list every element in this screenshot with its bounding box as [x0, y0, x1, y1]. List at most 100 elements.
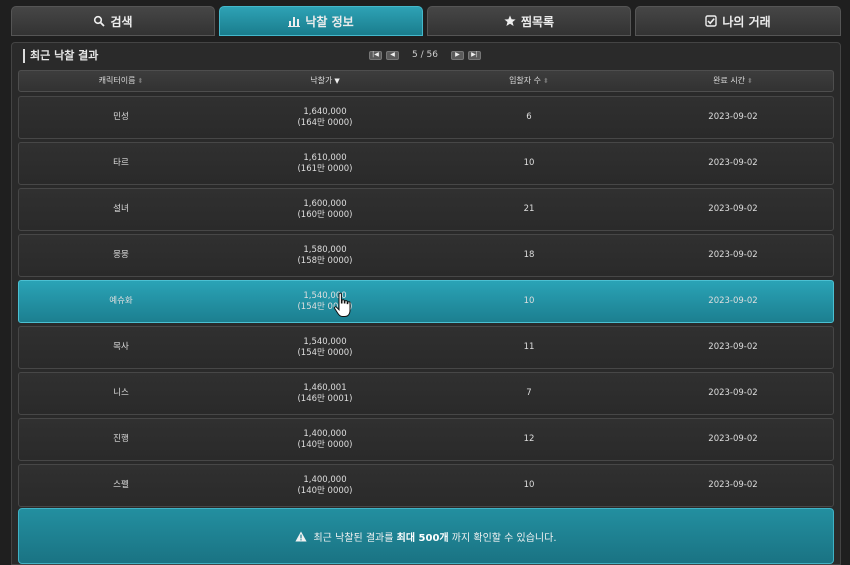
bidder-count-text: 6 — [526, 112, 532, 122]
column-header-price[interactable]: 낙찰가 ▼ — [223, 71, 427, 91]
notice-banner: 최근 낙찰된 결과를 최대 500개 까지 확인할 수 있습니다. — [18, 508, 834, 564]
tab-my-trades-label: 나의 거래 — [722, 14, 771, 29]
page-indicator: 5 / 56 — [412, 50, 438, 60]
price-korean-text: (158만 0000) — [297, 255, 353, 266]
completion-time-text: 2023-09-02 — [708, 296, 758, 306]
completion-time-text: 2023-09-02 — [708, 204, 758, 214]
character-name-text: 스펠 — [113, 480, 129, 490]
winning-price: 1,580,000 (158만 0000) — [223, 235, 427, 276]
winning-price: 1,400,000 (140만 0000) — [223, 419, 427, 460]
bidder-count-text: 12 — [523, 434, 535, 444]
price-text: 1,400,000 — [303, 428, 347, 439]
completion-time: 2023-09-02 — [631, 419, 835, 460]
table-row[interactable]: 진행 1,400,000 (140만 0000) 12 2023-09-02 — [18, 418, 834, 461]
winning-price: 1,460,001 (146만 0001) — [223, 373, 427, 414]
panel-title: 최근 낙찰 결과 — [23, 49, 98, 63]
sort-icon: ⬍ — [137, 77, 144, 85]
tab-my-trades[interactable]: 나의 거래 — [635, 6, 841, 36]
tab-auction-info[interactable]: 낙찰 정보 — [219, 6, 423, 36]
completion-time: 2023-09-02 — [631, 235, 835, 276]
completion-time-text: 2023-09-02 — [708, 342, 758, 352]
completion-time-text: 2023-09-02 — [708, 250, 758, 260]
column-header-price-label: 낙찰가 — [310, 76, 333, 85]
search-icon — [93, 15, 106, 27]
table-row[interactable]: 민성 1,640,000 (164만 0000) 6 2023-09-02 — [18, 96, 834, 139]
completion-time-text: 2023-09-02 — [708, 388, 758, 398]
bidder-count-text: 10 — [523, 480, 535, 490]
sort-icon: ⬍ — [747, 77, 753, 85]
character-name: 뭉뭉 — [19, 235, 223, 276]
character-name: 진행 — [19, 419, 223, 460]
table-row[interactable]: 타르 1,610,000 (161만 0000) 10 2023-09-02 — [18, 142, 834, 185]
star-icon — [504, 15, 516, 27]
tab-auction-info-label: 낙찰 정보 — [305, 14, 354, 29]
character-name: 스펠 — [19, 465, 223, 506]
price-korean-text: (154만 0000) — [297, 347, 353, 358]
character-name: 니스 — [19, 373, 223, 414]
character-name: 민성 — [19, 97, 223, 138]
column-header-bidders-label: 입찰자 수 — [509, 76, 542, 85]
bidder-count: 10 — [427, 143, 631, 184]
price-korean-text: (161만 0000) — [297, 163, 353, 174]
price-text: 1,540,000 — [303, 336, 347, 347]
bidder-count: 7 — [427, 373, 631, 414]
completion-time-text: 2023-09-02 — [708, 434, 758, 444]
table-row[interactable]: 니스 1,460,001 (146만 0001) 7 2023-09-02 — [18, 372, 834, 415]
price-korean-text: (140만 0000) — [297, 439, 353, 450]
bidder-count-text: 18 — [523, 250, 535, 260]
bidder-count: 10 — [427, 465, 631, 506]
character-name-text: 타르 — [113, 158, 129, 168]
completion-time: 2023-09-02 — [631, 143, 835, 184]
completion-time: 2023-09-02 — [631, 327, 835, 368]
bidder-count: 12 — [427, 419, 631, 460]
winning-price: 1,610,000 (161만 0000) — [223, 143, 427, 184]
price-text: 1,580,000 — [303, 244, 347, 255]
completion-time-text: 2023-09-02 — [708, 480, 758, 490]
sort-desc-icon: ▼ — [334, 77, 340, 85]
completion-time: 2023-09-02 — [631, 465, 835, 506]
character-name: 설녀 — [19, 189, 223, 230]
column-header-time[interactable]: 완료 시간 ⬍ — [631, 71, 835, 91]
table-row[interactable]: 스펠 1,400,000 (140만 0000) 10 2023-09-02 — [18, 464, 834, 507]
hand-cursor-icon — [333, 292, 351, 317]
winning-price: 1,400,000 (140만 0000) — [223, 465, 427, 506]
bidder-count-text: 10 — [523, 296, 535, 306]
notice-suffix: 까지 확인할 수 있습니다. — [451, 532, 557, 544]
column-header-bidders[interactable]: 입찰자 수 ⬍ — [427, 71, 631, 91]
last-page-button[interactable]: ▶| — [467, 50, 481, 60]
table-row[interactable]: 목사 1,540,000 (154만 0000) 11 2023-09-02 — [18, 326, 834, 369]
tab-wishlist[interactable]: 찜목록 — [427, 6, 631, 36]
results-panel: 최근 낙찰 결과 |◀ ◀ 5 / 56 ▶ ▶| 캐릭터이름 ⬍ 낙찰가 ▼ … — [11, 42, 841, 565]
price-korean-text: (164만 0000) — [297, 117, 353, 128]
winning-price: 1,540,000 (154만 0000) — [223, 281, 427, 322]
character-name-text: 뭉뭉 — [113, 250, 129, 260]
column-header-name[interactable]: 캐릭터이름 ⬍ — [19, 71, 223, 91]
column-header-name-label: 캐릭터이름 — [98, 76, 136, 85]
notice-highlight: 최대 500개 — [396, 532, 449, 544]
prev-page-button[interactable]: ◀ — [386, 50, 399, 60]
price-korean-text: (160만 0000) — [297, 209, 353, 220]
first-page-button[interactable]: |◀ — [369, 50, 382, 60]
character-name-text: 설녀 — [113, 204, 129, 214]
next-page-button[interactable]: ▶ — [450, 50, 464, 60]
table-row[interactable]: 뭉뭉 1,580,000 (158만 0000) 18 2023-09-02 — [18, 234, 834, 277]
character-name-text: 목사 — [113, 342, 129, 352]
tab-search-label: 검색 — [110, 14, 133, 29]
table-row[interactable]: 예슈화 1,540,000 (154만 0000) 10 2023-09-02 — [18, 280, 834, 323]
bidder-count: 11 — [427, 327, 631, 368]
completion-time-text: 2023-09-02 — [708, 112, 758, 122]
winning-price: 1,640,000 (164만 0000) — [223, 97, 427, 138]
price-text: 1,640,000 — [303, 106, 347, 117]
completion-time: 2023-09-02 — [631, 97, 835, 138]
bidder-count: 6 — [427, 97, 631, 138]
winning-price: 1,540,000 (154만 0000) — [223, 327, 427, 368]
completion-time: 2023-09-02 — [631, 281, 835, 322]
warning-icon — [295, 531, 308, 541]
completion-time: 2023-09-02 — [631, 373, 835, 414]
tab-search[interactable]: 검색 — [11, 6, 215, 36]
table-row[interactable]: 설녀 1,600,000 (160만 0000) 21 2023-09-02 — [18, 188, 834, 231]
bidder-count: 21 — [427, 189, 631, 230]
character-name-text: 진행 — [113, 434, 129, 444]
bidder-count: 18 — [427, 235, 631, 276]
price-korean-text: (140만 0000) — [297, 485, 353, 496]
